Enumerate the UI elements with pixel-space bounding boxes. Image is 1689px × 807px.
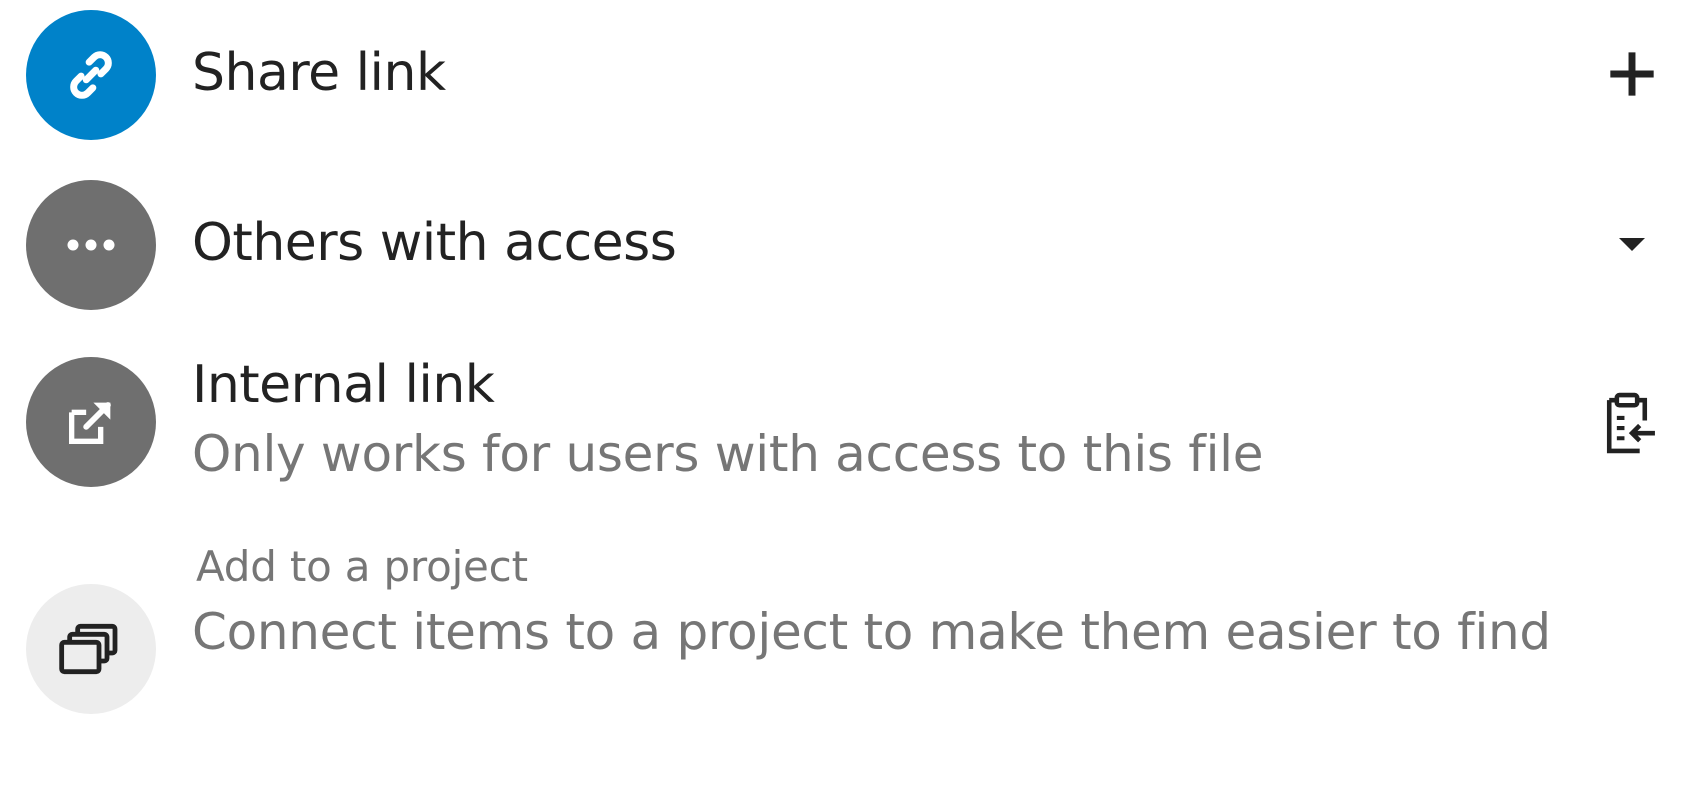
add-share-link-button[interactable] <box>1600 42 1664 106</box>
share-link-title: Share link <box>192 43 446 103</box>
more-horizontal-icon <box>67 239 115 251</box>
add-to-project-avatar <box>26 584 156 714</box>
link-icon <box>70 51 112 99</box>
projects-icon <box>59 623 118 675</box>
caret-down-icon <box>1619 238 1645 251</box>
internal-link-description: Only works for users with access to this… <box>192 425 1264 483</box>
others-with-access-avatar <box>26 180 156 310</box>
plus-icon <box>1610 52 1654 96</box>
others-with-access-title: Others with access <box>192 213 677 273</box>
others-with-access-row[interactable]: Others with access <box>0 170 1689 320</box>
add-to-project-title: Add to a project <box>196 542 528 591</box>
share-link-avatar <box>26 10 156 140</box>
add-to-project-row[interactable]: Add to a project Connect items to a proj… <box>0 540 1689 807</box>
add-to-project-description: Connect items to a project to make them … <box>192 603 1551 661</box>
internal-link-avatar <box>26 357 156 487</box>
copy-internal-link-button[interactable] <box>1592 388 1662 458</box>
clipboard-copy-icon <box>1606 392 1655 454</box>
internal-link-title: Internal link <box>192 355 495 415</box>
internal-link-row[interactable]: Internal link Only works for users with … <box>0 340 1689 530</box>
share-link-row[interactable]: Share link <box>0 0 1689 150</box>
toggle-others-with-access-button[interactable] <box>1608 220 1656 268</box>
external-link-icon <box>69 402 111 444</box>
